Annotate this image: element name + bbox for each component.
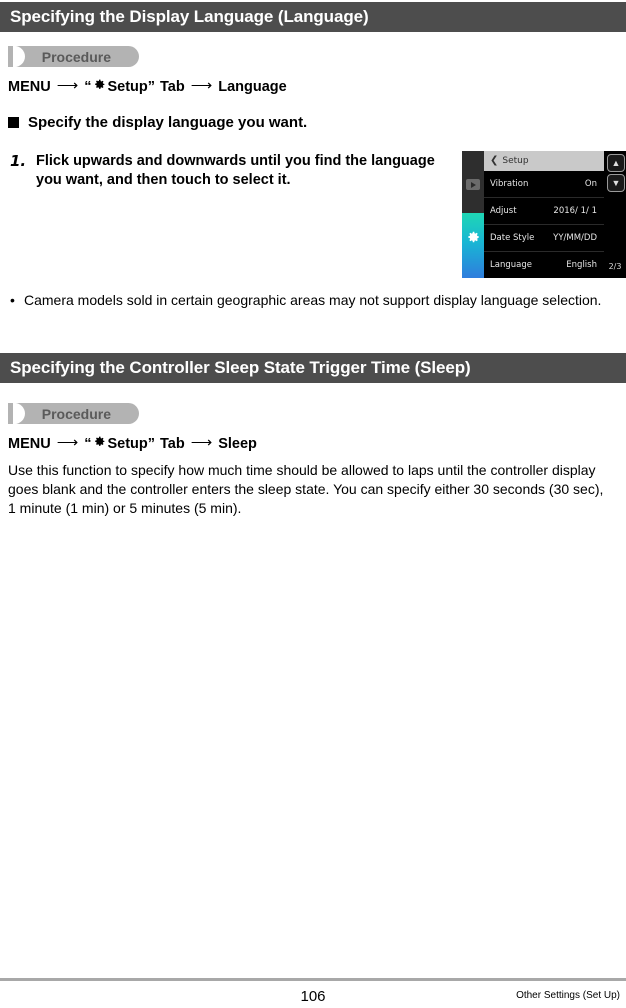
menu-target-sleep: Sleep (218, 436, 257, 452)
setting-value: YY/MM/DD (553, 233, 597, 243)
menu-keyword: MENU (8, 79, 51, 95)
setting-label: Adjust (490, 206, 517, 216)
camera-tab-rail (462, 151, 484, 278)
path-arrow-1: ⟶ (56, 77, 79, 94)
page-indicator: 2/3 (608, 262, 622, 271)
play-icon[interactable] (466, 179, 480, 190)
sleep-description-paragraph: Use this function to specify how much ti… (8, 462, 604, 516)
setup-tab-label: Setup (107, 436, 148, 452)
camera-setting-row[interactable]: Language English (484, 252, 604, 278)
camera-setting-row[interactable]: Adjust 2016/ 1/ 1 (484, 198, 604, 225)
procedure-badge: Procedure (8, 46, 139, 67)
step-item: 1. Flick upwards and downwards until you… (10, 152, 440, 190)
quote-close-1: ” (147, 79, 155, 95)
setting-label: Language (490, 260, 532, 270)
camera-titlebar[interactable]: ❮ Setup (484, 151, 604, 171)
quote-open-1: “ (84, 79, 92, 95)
tab-word-2: Tab (160, 436, 185, 452)
square-bullet-icon (8, 117, 19, 128)
setting-value: 2016/ 1/ 1 (553, 206, 597, 216)
subsection-heading-text: Specify the display language you want. (28, 114, 308, 131)
quote-open-2: “ (84, 436, 92, 452)
chevron-up-icon[interactable]: ▲ (607, 154, 625, 172)
setting-label: Date Style (490, 233, 535, 243)
procedure-badge: Procedure (8, 403, 139, 424)
note-item: • Camera models sold in certain geograph… (10, 291, 622, 310)
setup-tab-label: Setup (107, 79, 148, 95)
path-arrow-2: ⟶ (190, 77, 213, 94)
step-text: Flick upwards and downwards until you fi… (36, 153, 435, 188)
chevron-down-icon[interactable]: ▼ (607, 174, 625, 192)
camera-screen-illustration: ❮ Setup Vibration On Adjust 2016/ 1/ 1 D… (462, 151, 626, 278)
path-arrow-2: ⟶ (190, 434, 213, 451)
note-bullet-icon: • (10, 292, 15, 308)
procedure-label: Procedure (41, 48, 111, 65)
subsection-heading: Specify the display language you want. (8, 114, 307, 131)
footer-chapter-label: Other Settings (Set Up) (516, 990, 620, 1001)
step-number: 1. (10, 152, 27, 170)
setting-label: Vibration (490, 179, 529, 189)
tab-word-1: Tab (160, 79, 185, 95)
camera-title: Setup (502, 156, 529, 166)
badge-notch (8, 46, 25, 67)
setting-value: On (584, 179, 597, 189)
section-title: Specifying the Display Language (Languag… (10, 7, 369, 26)
section-header-language: Specifying the Display Language (Languag… (0, 2, 626, 32)
path-arrow-1: ⟶ (56, 434, 79, 451)
footer-divider (0, 978, 626, 981)
note-text: Camera models sold in certain geographic… (24, 292, 602, 308)
menu-path-sleep: MENU ⟶ “ Setup ” Tab ⟶ Sleep (8, 434, 257, 452)
badge-notch (8, 403, 25, 424)
section-header-sleep: Specifying the Controller Sleep State Tr… (0, 353, 626, 383)
gear-icon (93, 435, 106, 448)
chevron-left-icon[interactable]: ❮ (490, 156, 498, 166)
gear-icon[interactable] (465, 229, 481, 245)
menu-target-language: Language (218, 79, 287, 95)
menu-keyword: MENU (8, 436, 51, 452)
camera-menu-panel: ❮ Setup Vibration On Adjust 2016/ 1/ 1 D… (484, 151, 604, 278)
gear-icon (93, 78, 106, 91)
camera-setting-row[interactable]: Vibration On (484, 171, 604, 198)
section-title: Specifying the Controller Sleep State Tr… (10, 358, 471, 377)
camera-scroll-controls: ▲ ▼ 2/3 (604, 151, 626, 278)
procedure-label: Procedure (41, 405, 111, 422)
menu-path-language: MENU ⟶ “ Setup ” Tab ⟶ Language (8, 77, 287, 95)
quote-close-2: ” (147, 436, 155, 452)
setting-value: English (566, 260, 597, 270)
rail-bottom-segment (462, 213, 484, 278)
camera-setting-row[interactable]: Date Style YY/MM/DD (484, 225, 604, 252)
